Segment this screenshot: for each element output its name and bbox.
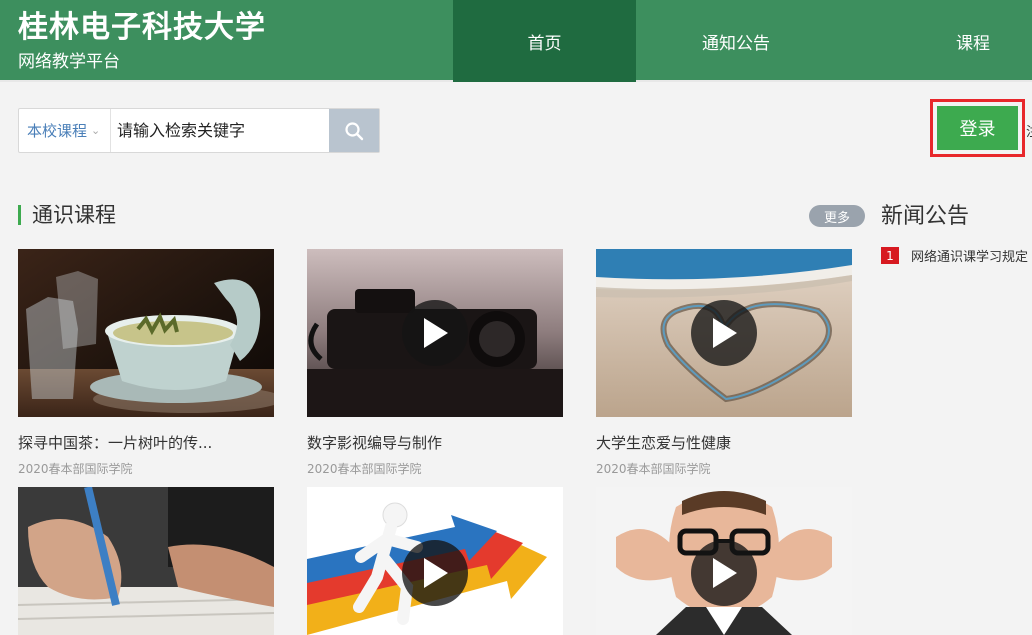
news-item[interactable]: 1 网络通识课学习规定 bbox=[881, 246, 1028, 265]
search-button[interactable] bbox=[329, 109, 379, 152]
site-brand[interactable]: 桂林电子科技大学 网络教学平台 bbox=[18, 8, 266, 74]
site-title: 桂林电子科技大学 bbox=[18, 10, 266, 45]
nav-item-courses[interactable]: 课程 bbox=[836, 0, 1032, 82]
top-header: 桂林电子科技大学 网络教学平台 首页 通知公告 课程 bbox=[0, 0, 1032, 82]
course-card[interactable] bbox=[307, 487, 563, 635]
section-title: 通识课程 bbox=[32, 203, 116, 227]
course-card[interactable] bbox=[596, 487, 852, 635]
section-accent-bar bbox=[18, 205, 21, 225]
play-icon[interactable] bbox=[691, 300, 757, 366]
course-title[interactable]: 数字影视编导与制作 bbox=[307, 432, 442, 453]
site-subtitle: 网络教学平台 bbox=[18, 52, 120, 72]
course-title[interactable]: 探寻中国茶：一片树叶的传... bbox=[18, 432, 212, 453]
play-icon[interactable] bbox=[691, 540, 757, 606]
play-icon[interactable] bbox=[402, 300, 468, 366]
course-school: 2020春本部国际学院 bbox=[596, 462, 711, 476]
course-card[interactable]: 探寻中国茶：一片树叶的传... 2020春本部国际学院 bbox=[18, 249, 274, 476]
nav-item-notices[interactable]: 通知公告 bbox=[636, 0, 836, 82]
register-link[interactable]: 注 bbox=[1026, 121, 1032, 140]
login-highlight-box: 登录 bbox=[930, 99, 1025, 157]
main-nav: 首页 通知公告 课程 bbox=[453, 0, 1032, 82]
course-school: 2020春本部国际学院 bbox=[307, 462, 422, 476]
news-rank-badge: 1 bbox=[881, 247, 899, 264]
news-item-text: 网络通识课学习规定 bbox=[911, 250, 1029, 265]
course-card[interactable] bbox=[18, 487, 274, 635]
search-scope-select[interactable]: 本校课程 ⌄ bbox=[19, 109, 111, 152]
login-button[interactable]: 登录 bbox=[937, 106, 1018, 150]
camera-image[interactable] bbox=[307, 249, 563, 417]
news-title: 新闻公告 bbox=[881, 204, 970, 229]
search-bar: 本校课程 ⌄ bbox=[18, 108, 380, 153]
nav-item-home[interactable]: 首页 bbox=[453, 0, 636, 82]
course-card[interactable]: 大学生恋爱与性健康 2020春本部国际学院 bbox=[596, 249, 852, 476]
course-school: 2020春本部国际学院 bbox=[18, 462, 133, 476]
more-button[interactable]: 更多 bbox=[809, 205, 865, 227]
course-title[interactable]: 大学生恋爱与性健康 bbox=[596, 432, 731, 453]
search-input[interactable] bbox=[111, 109, 329, 152]
course-card[interactable]: 数字影视编导与制作 2020春本部国际学院 bbox=[307, 249, 563, 476]
tea-cups-image[interactable] bbox=[18, 249, 274, 417]
man-covering-ears-image[interactable] bbox=[596, 487, 852, 635]
play-icon[interactable] bbox=[402, 540, 468, 606]
writing-hand-image[interactable] bbox=[18, 487, 274, 635]
arrows-runner-image[interactable] bbox=[307, 487, 563, 635]
search-scope-label: 本校课程 bbox=[27, 122, 88, 140]
chevron-down-icon: ⌄ bbox=[91, 124, 101, 137]
search-icon bbox=[345, 121, 364, 140]
heart-sand-image[interactable] bbox=[596, 249, 852, 417]
